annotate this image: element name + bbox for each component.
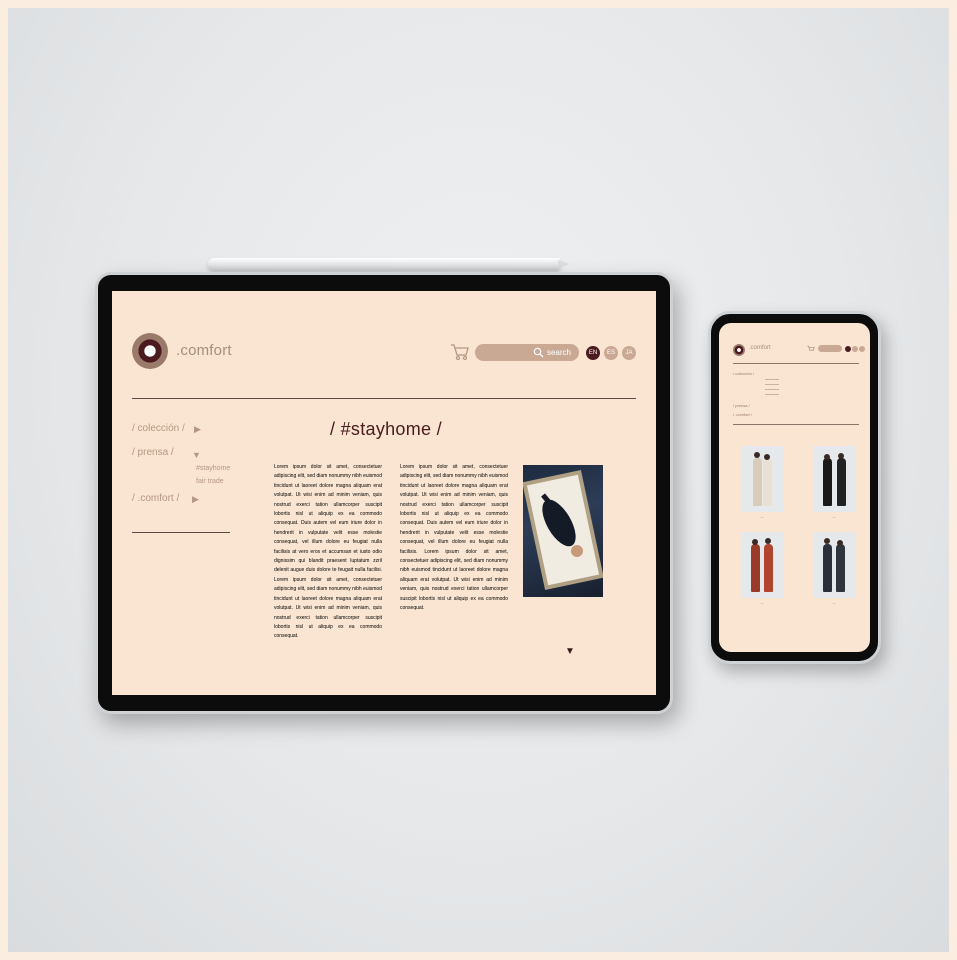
product-image-3[interactable] — [741, 532, 783, 598]
tablet-device: .comfort search EN ES JA / colección / ▶… — [95, 272, 673, 714]
logo-icon[interactable] — [733, 344, 745, 356]
product-caption: — — [832, 601, 836, 605]
search-icon[interactable] — [533, 347, 544, 358]
subnav-list — [765, 379, 779, 399]
cart-icon[interactable] — [450, 343, 470, 361]
product-image-1[interactable] — [741, 446, 783, 512]
nav-item-coleccion[interactable]: / colección / ▶ — [132, 423, 201, 434]
sidebar-divider — [733, 424, 859, 425]
nav-item-prensa[interactable]: / prensa / ▼ — [132, 447, 201, 460]
tablet-screen: .comfort search EN ES JA / colección / ▶… — [112, 291, 656, 695]
lang-ja-button[interactable]: JA — [622, 346, 636, 360]
product-caption: — — [760, 515, 764, 519]
scroll-down-icon[interactable]: ▼ — [565, 646, 575, 657]
sidebar-divider — [132, 532, 230, 533]
header-divider — [733, 363, 859, 364]
product-caption: — — [832, 515, 836, 519]
article-column-2: Lorem ipsum dolor sit amet, consectetuer… — [400, 464, 508, 612]
subnav-stayhome[interactable]: #stayhome — [196, 463, 230, 475]
nav-item-prensa[interactable]: / prensa / — [733, 403, 750, 408]
logo-icon[interactable] — [132, 333, 168, 369]
cart-icon[interactable] — [807, 345, 815, 353]
lang-en-button[interactable] — [845, 346, 851, 352]
chevron-down-icon: ▼ — [192, 450, 201, 460]
lang-es-button[interactable] — [852, 346, 858, 352]
nav-item-coleccion[interactable]: / colección / — [733, 371, 754, 376]
brand-name[interactable]: .comfort — [749, 345, 771, 351]
lang-ja-button[interactable] — [859, 346, 865, 352]
search-input[interactable]: search — [475, 344, 579, 361]
chevron-right-icon: ▶ — [194, 424, 201, 434]
article-photo — [522, 465, 604, 597]
search-input[interactable] — [818, 345, 842, 352]
phone-device: .comfort / colección / / prensa / / .com… — [708, 311, 881, 664]
chevron-right-icon: ▶ — [192, 494, 199, 504]
subnav-fair-trade[interactable]: fair trade — [196, 476, 224, 488]
nav-item-comfort[interactable]: / .comfort / — [733, 412, 752, 417]
product-image-4[interactable] — [813, 532, 855, 598]
search-label: search — [546, 348, 571, 357]
page-title: / #stayhome / — [330, 419, 442, 439]
nav-label: / .comfort / — [132, 493, 180, 504]
lang-es-button[interactable]: ES — [604, 346, 618, 360]
brand-name[interactable]: .comfort — [176, 342, 232, 359]
product-image-2[interactable] — [813, 446, 855, 512]
nav-label: / prensa / — [132, 447, 174, 458]
phone-screen: .comfort / colección / / prensa / / .com… — [719, 323, 870, 652]
nav-item-comfort[interactable]: / .comfort / ▶ — [132, 493, 199, 504]
nav-label: / colección / — [132, 423, 185, 434]
stylus-pencil — [208, 258, 570, 270]
product-caption: — — [760, 601, 764, 605]
lang-en-button[interactable]: EN — [586, 346, 600, 360]
article-column-1: Lorem ipsum dolor sit amet, consectetuer… — [274, 464, 382, 640]
header-divider — [132, 398, 636, 399]
